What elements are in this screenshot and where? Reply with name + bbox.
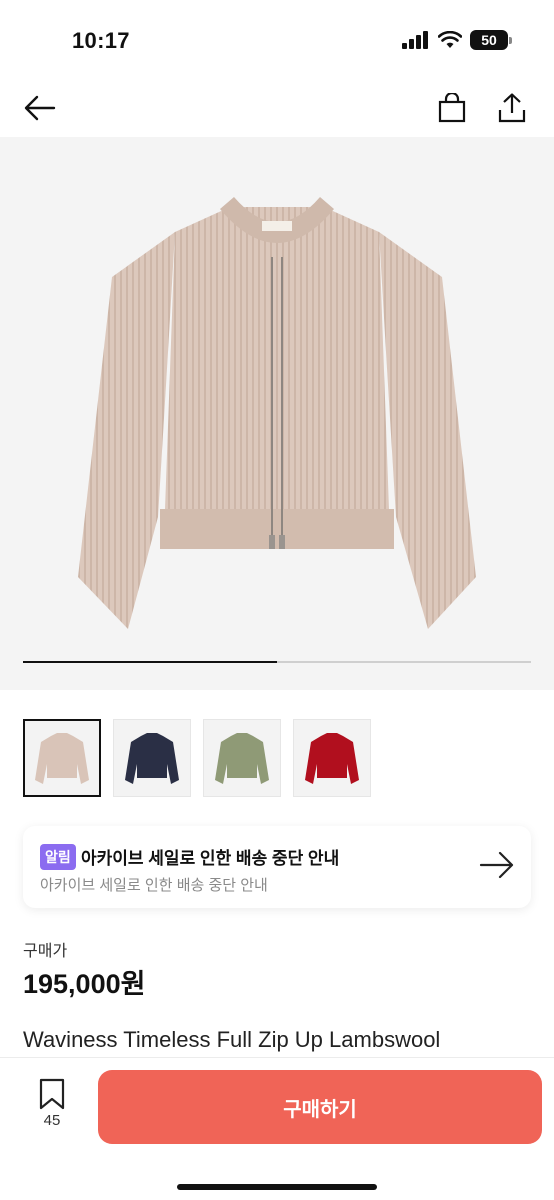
bookmark-icon [39, 1078, 65, 1110]
notice-subtitle: 아카이브 세일로 인한 배송 중단 안내 [40, 877, 268, 894]
thumbnail-cardigan-image [215, 733, 269, 784]
cart-button[interactable] [432, 88, 472, 128]
wifi-icon [438, 31, 462, 48]
status-icons: 50 [402, 30, 512, 50]
product-title: Waviness Timeless Full Zip Up Lambswool [23, 1027, 441, 1052]
color-thumbnail[interactable] [203, 719, 281, 797]
price-label: 구매가 [23, 943, 68, 960]
bookmark-count: 45 [43, 1112, 61, 1129]
status-time: 10:17 [72, 28, 130, 53]
share-button[interactable] [492, 88, 532, 128]
shopping-bag-icon [438, 93, 466, 123]
color-thumbnail[interactable] [23, 719, 101, 797]
thumbnail-cardigan-image [125, 733, 179, 784]
product-image-cardigan [78, 197, 476, 629]
share-icon [498, 93, 526, 123]
notice-title: 아카이브 세일로 인한 배송 중단 안내 [81, 849, 340, 868]
status-bar: 10:17 50 [0, 0, 554, 80]
bookmark-button[interactable]: 45 [24, 1078, 80, 1138]
arrow-left-icon [24, 95, 56, 121]
gallery-progress [23, 661, 531, 663]
notice-card[interactable]: 알림 아카이브 세일로 인한 배송 중단 안내 아카이브 세일로 인한 배송 중… [23, 826, 531, 908]
back-button[interactable] [20, 88, 60, 128]
buy-button[interactable]: 구매하기 [98, 1070, 542, 1144]
battery-icon: 50 [470, 30, 512, 50]
price-value: 195,000원 [23, 969, 146, 999]
arrow-right-icon [479, 851, 514, 879]
product-image-gallery[interactable] [0, 137, 554, 690]
home-indicator [177, 1184, 377, 1190]
color-thumbnail[interactable] [113, 719, 191, 797]
bottom-action-bar: 45 구매하기 [0, 1057, 554, 1200]
thumbnail-cardigan-image [35, 733, 89, 784]
top-nav [0, 80, 554, 136]
color-thumbnails [23, 719, 371, 797]
notice-badge: 알림 [40, 844, 76, 870]
color-thumbnail[interactable] [293, 719, 371, 797]
battery-level: 50 [481, 32, 497, 48]
thumbnail-cardigan-image [305, 733, 359, 784]
signal-icon [402, 31, 428, 49]
gallery-progress-fill [23, 661, 277, 663]
